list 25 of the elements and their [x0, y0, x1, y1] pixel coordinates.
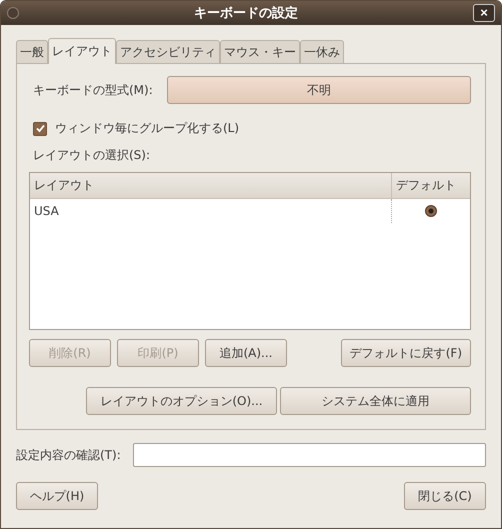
table-cell-text: USA — [33, 203, 60, 220]
tab[interactable]: レイアウト — [48, 38, 116, 64]
window-title: キーボードの設定 — [193, 4, 299, 22]
close-button[interactable]: × — [473, 4, 495, 22]
radio-button[interactable] — [425, 205, 437, 217]
test-field-label: 設定内容の確認(T): — [16, 446, 121, 464]
keyboard-model-label: キーボードの型式(M): — [33, 82, 153, 98]
checkbox-label: ウィンドウ毎にグループ化する(L) — [55, 120, 240, 137]
checkbox[interactable] — [33, 122, 47, 136]
tab[interactable]: アクセシビリティ — [116, 40, 220, 63]
close-dialog-button[interactable]: 閉じる(C) — [404, 482, 486, 510]
layout-selection-label: レイアウトの選択(S): — [33, 147, 152, 164]
reset-default-button[interactable]: デフォルトに戻す(F) — [340, 339, 471, 367]
help-button[interactable]: ヘルプ(H) — [16, 482, 98, 510]
input-field[interactable] — [132, 443, 486, 467]
tab[interactable]: 一休み — [300, 40, 344, 63]
column-header[interactable]: デフォルト — [392, 173, 470, 198]
tab[interactable]: マウス・キー — [220, 40, 300, 63]
window-menu-icon[interactable] — [7, 7, 19, 19]
tab[interactable]: 一般 — [16, 40, 48, 63]
layout-options-button[interactable]: レイアウトのオプション(O)... — [86, 387, 277, 415]
list-button[interactable]: 追加(A)... — [205, 339, 287, 367]
keyboard-model-button[interactable]: 不明 — [166, 76, 471, 104]
apply-system-wide-button[interactable]: システム全体に適用 — [280, 387, 471, 415]
column-header[interactable]: レイアウト — [30, 173, 392, 198]
